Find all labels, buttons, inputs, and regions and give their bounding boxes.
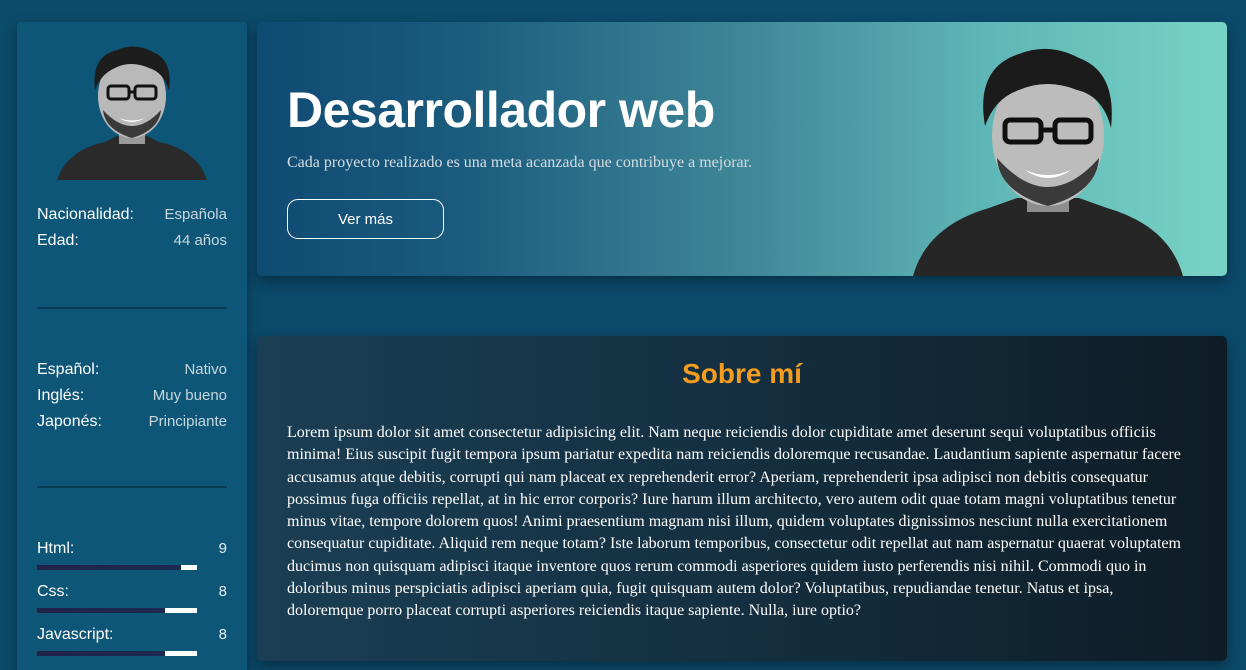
skill-javascript: Javascript: 8 [37, 623, 227, 656]
hero-banner: Desarrollador web Cada proyecto realizad… [257, 22, 1227, 276]
language-level: Nativo [184, 361, 227, 378]
skill-score: 8 [218, 626, 227, 643]
skill-bar-fill [37, 651, 165, 656]
about-section: Sobre mí Lorem ipsum dolor sit amet cons… [257, 336, 1227, 661]
language-level: Muy bueno [152, 387, 227, 404]
language-label: Inglés: [37, 387, 85, 404]
personal-info: Nacionalidad: Española Edad: 44 años [37, 202, 227, 254]
info-label: Edad: [37, 232, 79, 249]
language-label: Japonés: [37, 413, 102, 430]
skill-label: Html: [37, 540, 75, 557]
info-label: Nacionalidad: [37, 206, 134, 223]
divider [37, 486, 227, 488]
language-row-english: Inglés: Muy bueno [37, 383, 227, 409]
languages-list: Español: Nativo Inglés: Muy bueno Japoné… [37, 357, 227, 435]
info-value: Española [164, 206, 227, 223]
see-more-button[interactable]: Ver más [287, 199, 444, 239]
skill-bar [37, 565, 197, 570]
skill-bar [37, 651, 197, 656]
about-text: Lorem ipsum dolor sit amet consectetur a… [287, 424, 1181, 620]
info-value: 44 años [173, 232, 227, 249]
info-row-nationality: Nacionalidad: Española [37, 202, 227, 228]
skill-score: 8 [218, 583, 227, 600]
skill-bar-fill [37, 608, 165, 613]
hero-title: Desarrollador web [287, 82, 715, 138]
skill-label: Javascript: [37, 626, 114, 643]
hero-subtitle: Cada proyecto realizado es una meta acan… [287, 154, 753, 171]
about-title: Sobre mí [682, 358, 802, 389]
language-row-spanish: Español: Nativo [37, 357, 227, 383]
skill-bar-fill [37, 565, 181, 570]
skills-list: Html: 9 Css: 8 Javascript: 8 [37, 537, 227, 656]
sidebar: Nacionalidad: Española Edad: 44 años Esp… [17, 22, 247, 670]
skill-bar [37, 608, 197, 613]
divider [37, 307, 227, 309]
profile-photo-small [57, 46, 207, 180]
info-row-age: Edad: 44 años [37, 228, 227, 254]
skill-html: Html: 9 [37, 537, 227, 570]
skill-score: 9 [218, 540, 227, 557]
profile-photo-large [913, 48, 1183, 276]
language-row-japanese: Japonés: Principiante [37, 409, 227, 435]
language-label: Español: [37, 361, 100, 378]
language-level: Principiante [148, 413, 227, 430]
skill-css: Css: 8 [37, 580, 227, 613]
skill-label: Css: [37, 583, 69, 600]
